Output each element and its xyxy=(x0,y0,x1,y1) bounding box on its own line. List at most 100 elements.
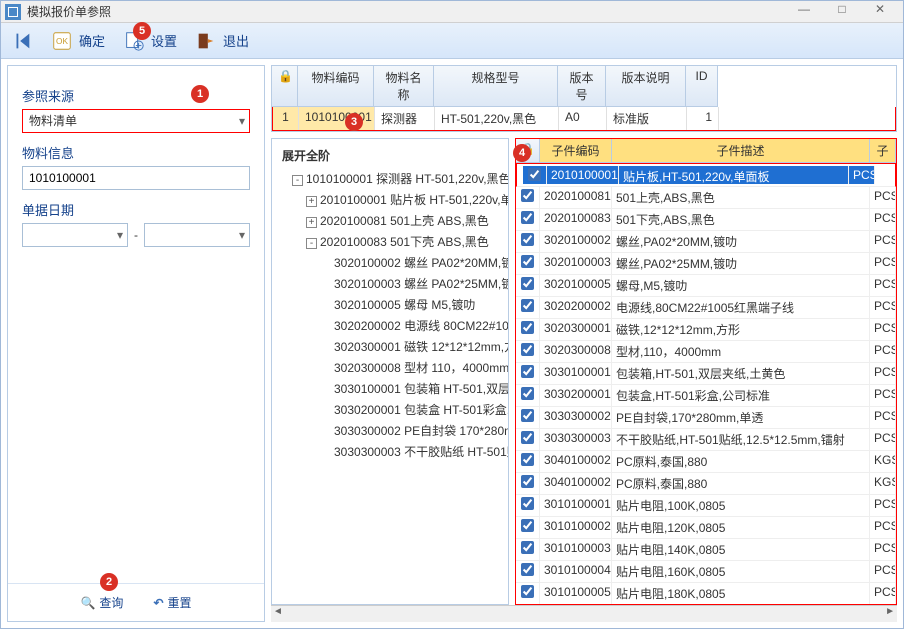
col-desc[interactable]: 版本说明 xyxy=(606,66,686,107)
row-checkbox[interactable] xyxy=(521,431,534,444)
child-row[interactable]: 3040100002PC原料,泰国,880KGS xyxy=(516,451,896,473)
row-checkbox[interactable] xyxy=(521,387,534,400)
app-window: 1 2 3 4 5 模拟报价单参照 — □ ✕ OK 确定 设置 退出 参照来源 xyxy=(0,0,904,629)
settings-label: 设置 xyxy=(151,31,177,50)
row-checkbox[interactable] xyxy=(521,277,534,290)
row-checkbox[interactable] xyxy=(521,211,534,224)
row-checkbox[interactable] xyxy=(521,255,534,268)
child-row[interactable]: 3030300003不干胶贴纸,HT-501贴纸,12.5*12.5mm,镭射P… xyxy=(516,429,896,451)
collapse-icon[interactable]: - xyxy=(306,238,317,249)
callout-3: 3 xyxy=(345,113,363,131)
col-name[interactable]: 物料名称 xyxy=(374,66,434,107)
tree-node[interactable]: +2010100001 贴片板 HT-501,220v,单 xyxy=(276,189,504,210)
row-checkbox[interactable] xyxy=(521,519,534,532)
row-checkbox[interactable] xyxy=(521,453,534,466)
col-id[interactable]: ID xyxy=(686,66,718,107)
col-childunit[interactable]: 子 xyxy=(870,139,896,162)
filter-panel: 参照来源 物料清单 ▾ 物料信息 单据日期 ▾ - ▾ 🔍 查询 xyxy=(7,65,265,622)
row-checkbox[interactable] xyxy=(521,299,534,312)
collapse-icon[interactable]: - xyxy=(292,175,303,186)
child-row[interactable]: 3020100003螺丝,PA02*25MM,镀叻PCS xyxy=(516,253,896,275)
row-checkbox[interactable] xyxy=(528,168,541,181)
tree-node[interactable]: 3030300002 PE自封袋 170*280mm,单送 xyxy=(276,420,504,441)
child-row[interactable]: 3020300001磁铁,12*12*12mm,方形PCS xyxy=(516,319,896,341)
material-input[interactable] xyxy=(22,166,250,190)
lock-icon: 🔒 xyxy=(278,69,293,83)
child-row[interactable]: 3030200001包装盒,HT-501彩盒,公司标准PCS xyxy=(516,385,896,407)
ok-label: 确定 xyxy=(79,31,105,50)
col-childdesc[interactable]: 子件描述 xyxy=(612,139,870,162)
child-row[interactable]: 3010100001贴片电阻,100K,0805PCS xyxy=(516,495,896,517)
row-checkbox[interactable] xyxy=(521,365,534,378)
grid-row[interactable]: 1 1010100001 探测器 HT-501,220v,黑色 A0 标准版 1 xyxy=(272,107,896,131)
tree-node[interactable]: 3020300008 型材 110，4000mm xyxy=(276,357,504,378)
child-row[interactable]: 3020100002螺丝,PA02*20MM,镀叻PCS xyxy=(516,231,896,253)
app-icon xyxy=(5,4,21,20)
window-title: 模拟报价单参照 xyxy=(27,3,785,20)
row-checkbox[interactable] xyxy=(521,585,534,598)
row-checkbox[interactable] xyxy=(521,475,534,488)
child-row[interactable]: 3010100005贴片电阻,180K,0805PCS xyxy=(516,583,896,604)
tree-node[interactable]: 3020100002 螺丝 PA02*20MM,镀叻 xyxy=(276,252,504,273)
expand-icon[interactable]: + xyxy=(306,217,317,228)
minimize-button[interactable]: — xyxy=(785,2,823,22)
col-lock[interactable]: 🔒 xyxy=(272,66,298,107)
tree-node[interactable]: 3030100001 包装箱 HT-501,双层夹纸, xyxy=(276,378,504,399)
tree-node[interactable]: -2020100083 501下壳 ABS,黑色 xyxy=(276,231,504,252)
tree-node[interactable]: 3020100005 螺母 M5,镀叻 xyxy=(276,294,504,315)
close-button[interactable]: ✕ xyxy=(861,2,899,22)
tree-node[interactable]: 3020300001 磁铁 12*12*12mm,方形 xyxy=(276,336,504,357)
row-checkbox[interactable] xyxy=(521,563,534,576)
source-select[interactable]: 物料清单 ▾ xyxy=(22,109,250,133)
undo-icon: ↶ xyxy=(153,596,163,610)
row-checkbox[interactable] xyxy=(521,409,534,422)
exit-label: 退出 xyxy=(223,31,249,50)
row-checkbox[interactable] xyxy=(521,189,534,202)
child-row[interactable]: 3030300002PE自封袋,170*280mm,单透PCS xyxy=(516,407,896,429)
child-row[interactable]: 3020300008型材,110，4000mmPCS xyxy=(516,341,896,363)
child-row[interactable]: 3010100002贴片电阻,120K,0805PCS xyxy=(516,517,896,539)
reset-button[interactable]: ↶ 重置 xyxy=(153,594,191,611)
row-checkbox[interactable] xyxy=(521,541,534,554)
col-code[interactable]: 物料编码 xyxy=(298,66,374,107)
callout-4: 4 xyxy=(513,144,531,162)
callout-5: 5 xyxy=(133,22,151,40)
col-childcode[interactable]: 子件编码 xyxy=(540,139,612,162)
child-row[interactable]: 3020200002电源线,80CM22#1005红黑端子线PCS xyxy=(516,297,896,319)
col-spec[interactable]: 规格型号 xyxy=(434,66,558,107)
ok-button[interactable]: OK 确定 xyxy=(51,30,105,52)
maximize-button[interactable]: □ xyxy=(823,2,861,22)
child-row[interactable]: 3010100004贴片电阻,160K,0805PCS xyxy=(516,561,896,583)
row-checkbox[interactable] xyxy=(521,233,534,246)
child-row[interactable]: 3010100003贴片电阻,140K,0805PCS xyxy=(516,539,896,561)
expand-all[interactable]: 展开全阶 xyxy=(276,145,504,168)
date-to[interactable]: ▾ xyxy=(144,223,250,247)
tree-node[interactable]: +2020100081 501上壳 ABS,黑色 xyxy=(276,210,504,231)
first-button[interactable] xyxy=(11,30,33,52)
exit-icon xyxy=(195,30,217,52)
row-checkbox[interactable] xyxy=(521,497,534,510)
child-row[interactable]: 3040100002PC原料,泰国,880KGS xyxy=(516,473,896,495)
row-checkbox[interactable] xyxy=(521,343,534,356)
date-from[interactable]: ▾ xyxy=(22,223,128,247)
child-grid: 🔒 子件编码 子件描述 子 2010100001贴片板,HT-501,220v,… xyxy=(515,138,897,605)
source-label: 参照来源 xyxy=(22,86,250,105)
expand-icon[interactable]: + xyxy=(306,196,317,207)
tree-node[interactable]: 3030300003 不干胶贴纸 HT-501贴纸,1 xyxy=(276,441,504,462)
exit-button[interactable]: 退出 xyxy=(195,30,249,52)
hscrollbar[interactable] xyxy=(271,605,897,622)
callout-2: 2 xyxy=(100,573,118,591)
child-row[interactable]: 2020100083501下壳,ABS,黑色PCS xyxy=(516,209,896,231)
query-button[interactable]: 🔍 查询 xyxy=(80,594,123,611)
tree-node[interactable]: 3020200002 电源线 80CM22#1005红黑 xyxy=(276,315,504,336)
child-row[interactable]: 2020100081501上壳,ABS,黑色PCS xyxy=(516,187,896,209)
child-row[interactable]: 2010100001贴片板,HT-501,220v,单面板PCS xyxy=(516,163,896,187)
tree-root[interactable]: -1010100001 探测器 HT-501,220v,黑色 xyxy=(276,168,504,189)
tree-node[interactable]: 3030200001 包装盒 HT-501彩盒,公司杉 xyxy=(276,399,504,420)
child-row[interactable]: 3030100001包装箱,HT-501,双层夹纸,土黄色PCS xyxy=(516,363,896,385)
child-body[interactable]: 2010100001贴片板,HT-501,220v,单面板PCS20201000… xyxy=(516,163,896,604)
col-ver[interactable]: 版本号 xyxy=(558,66,606,107)
tree-node[interactable]: 3020100003 螺丝 PA02*25MM,镀叻 xyxy=(276,273,504,294)
child-row[interactable]: 3020100005螺母,M5,镀叻PCS xyxy=(516,275,896,297)
row-checkbox[interactable] xyxy=(521,321,534,334)
